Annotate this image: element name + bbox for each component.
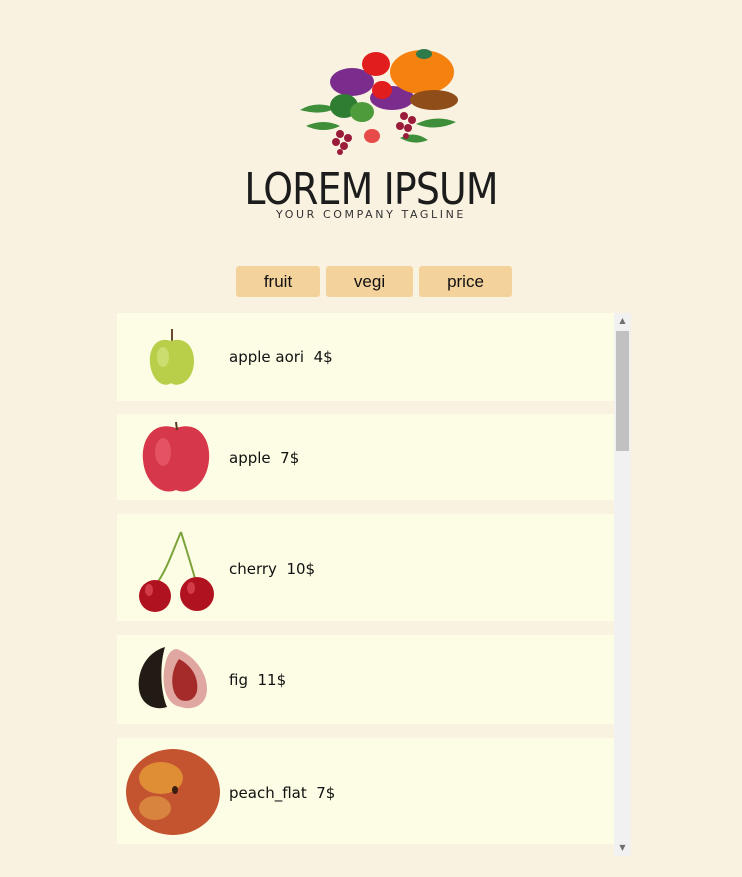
product-list[interactable]: apple aori 4$ apple 7$ cherry 10$ fig 11… xyxy=(117,313,631,856)
fruit-filter-button[interactable]: fruit xyxy=(236,266,320,297)
scrollbar-thumb[interactable] xyxy=(616,331,629,451)
product-label: peach_flat 7$ xyxy=(229,784,336,802)
product-card[interactable]: cherry 10$ xyxy=(117,514,614,621)
produce-basket-logo-icon xyxy=(300,49,458,155)
vegi-filter-button[interactable]: vegi xyxy=(326,266,413,297)
fig-image xyxy=(138,647,207,709)
company-logo: LOREM IPSUM YOUR COMPANY TAGLINE xyxy=(0,0,742,240)
price-filter-button[interactable]: price xyxy=(419,266,512,297)
product-label: apple aori 4$ xyxy=(229,348,333,366)
flat-peach-image xyxy=(126,749,220,835)
red-apple-image xyxy=(142,421,210,492)
green-apple-image xyxy=(149,329,195,385)
cherries-image xyxy=(139,531,214,612)
product-label: cherry 10$ xyxy=(229,560,316,578)
scroll-up-arrow-icon[interactable]: ▲ xyxy=(614,313,631,329)
list-scrollbar[interactable]: ▲ ▼ xyxy=(614,313,631,856)
product-label: apple 7$ xyxy=(229,449,300,467)
product-card[interactable]: apple aori 4$ xyxy=(117,313,614,401)
product-card[interactable]: peach_flat 7$ xyxy=(117,738,614,844)
logo-tagline: YOUR COMPANY TAGLINE xyxy=(276,208,466,221)
scroll-down-arrow-icon[interactable]: ▼ xyxy=(614,840,631,856)
product-label: fig 11$ xyxy=(229,671,287,689)
filter-bar: fruit vegi price xyxy=(236,266,512,297)
product-card[interactable]: apple 7$ xyxy=(117,414,614,500)
product-card[interactable]: fig 11$ xyxy=(117,635,614,724)
